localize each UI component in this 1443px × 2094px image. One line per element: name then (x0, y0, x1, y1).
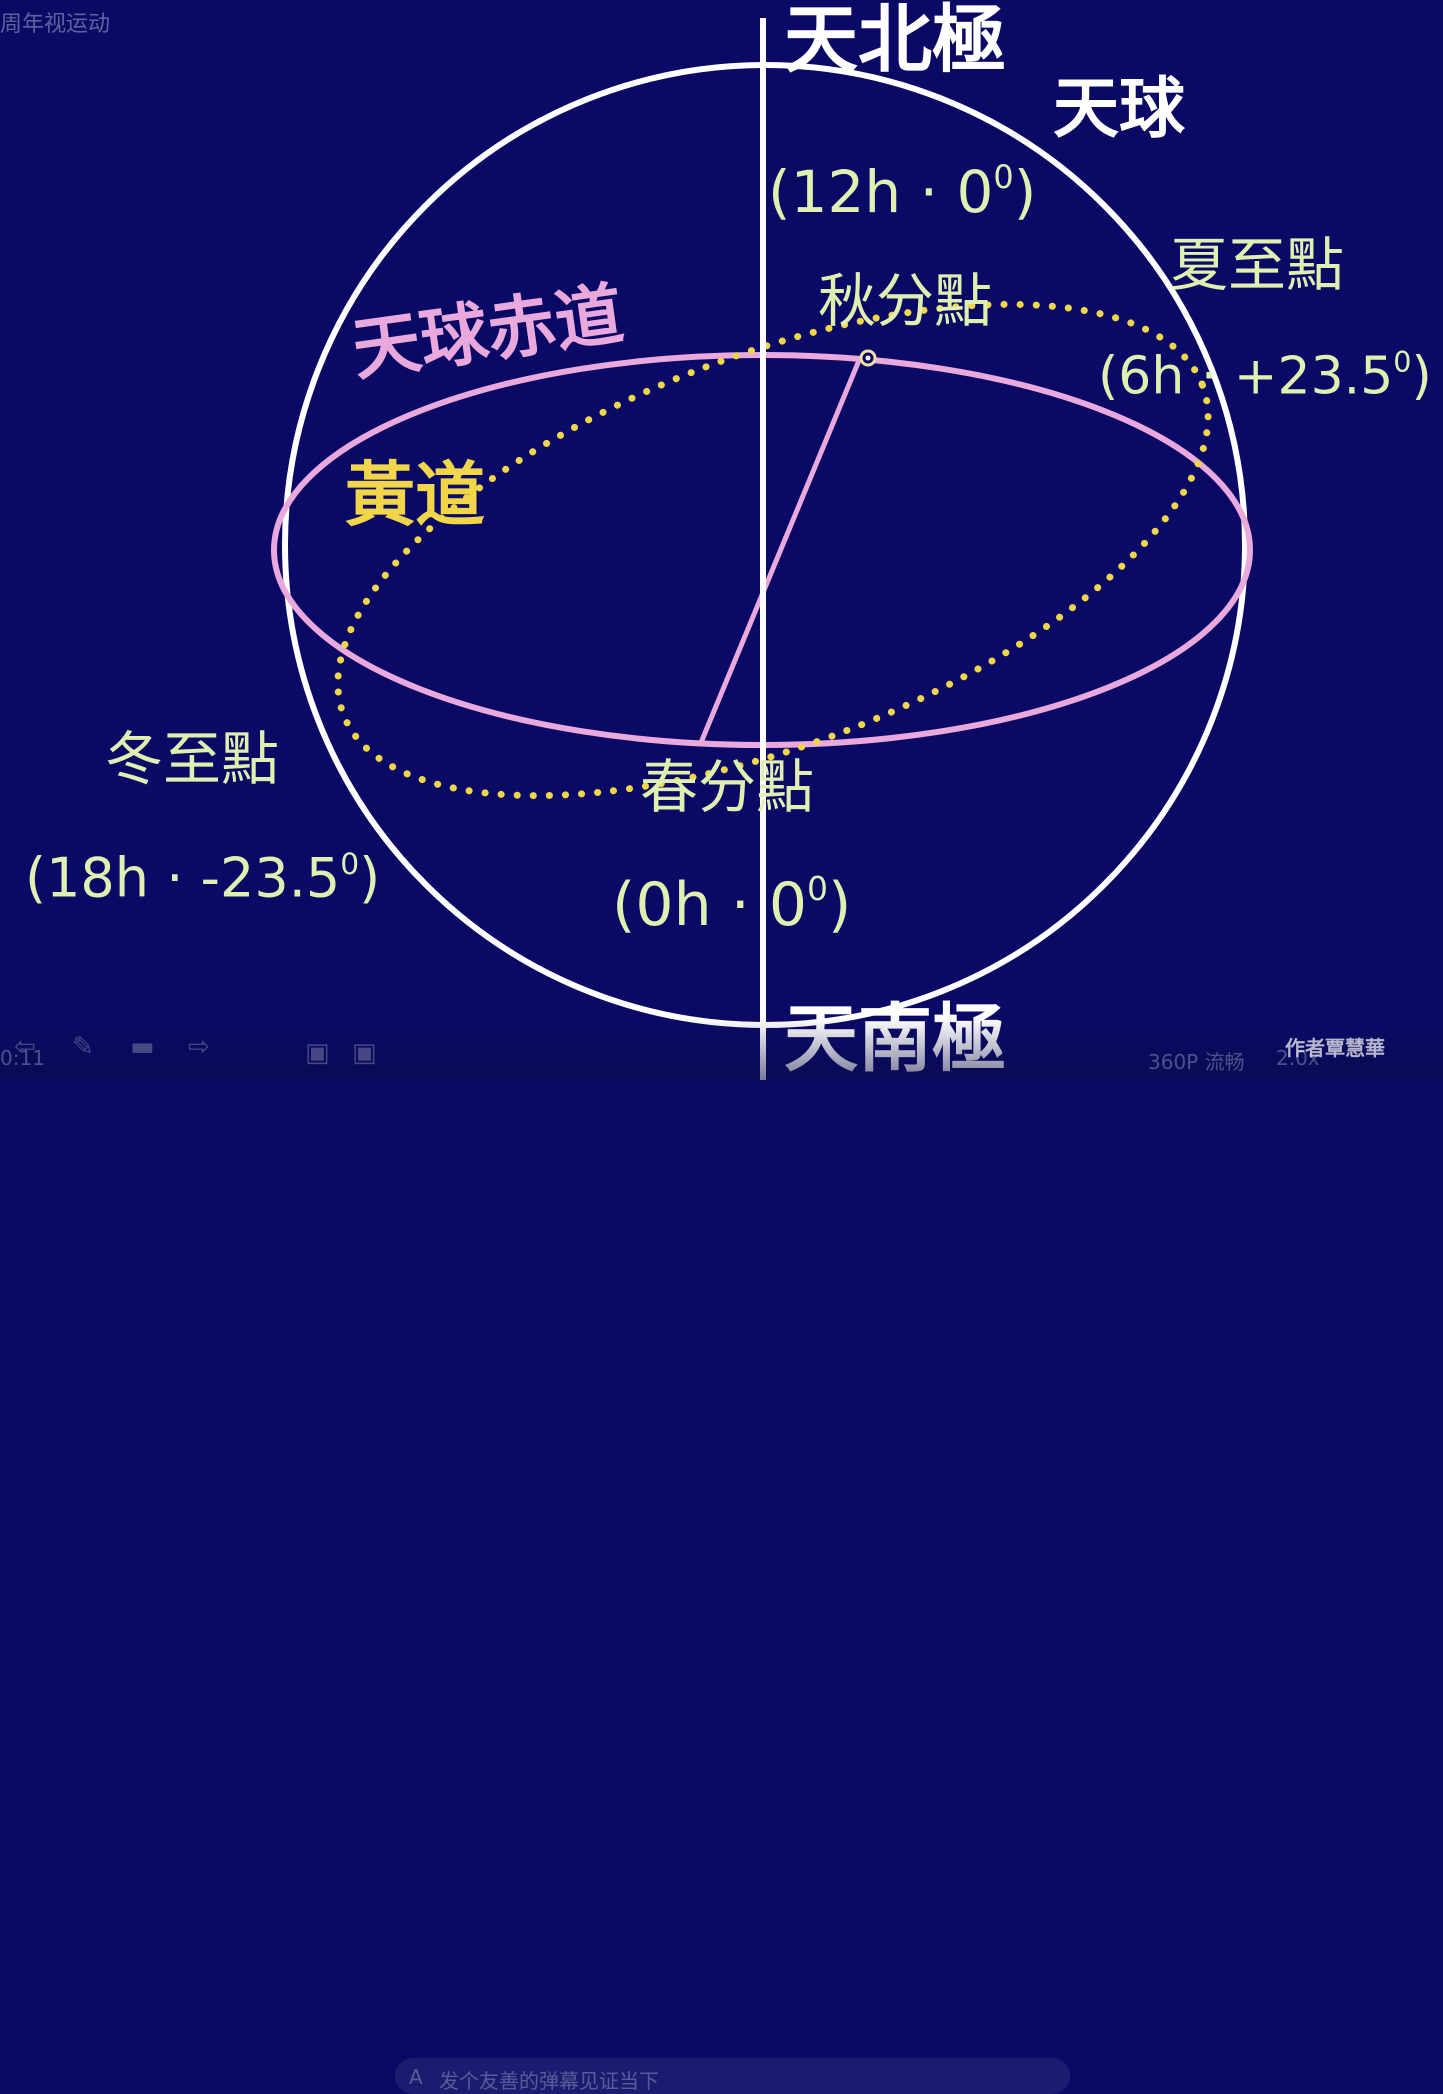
video-control-bar: 0:11 ⇦ ✎ ▬ ⇨ ▣ ▣ A 发个友善的弹幕见证当下 360P 流畅 2… (0, 1018, 1443, 2094)
pencil-icon[interactable]: ✎ (72, 1032, 94, 1062)
note-icon[interactable]: ▬ (130, 1032, 155, 1062)
label-ecliptic: 黃道 (345, 454, 485, 536)
label-spring-equinox: 春分點 (640, 753, 815, 821)
quality-selector[interactable]: 360P 流畅 (1148, 1046, 1245, 1075)
label-autumn-equinox: 秋分點 (818, 267, 993, 335)
label-summer-solstice: 夏至點 (1170, 231, 1345, 299)
forward-arrow-icon[interactable]: ⇨ (188, 1032, 210, 1062)
danmaku-settings-icon[interactable]: ▣ (352, 1038, 377, 1068)
danmaku-input-icon: A (409, 2065, 423, 2089)
label-celestial-sphere: 天球 (1053, 70, 1185, 147)
equinox-line (697, 357, 863, 746)
danmaku-toggle-icon[interactable]: ▣ (305, 1038, 330, 1068)
label-summer-coord: (6h · +23.50) (1098, 345, 1432, 407)
danmaku-placeholder: 发个友善的弹幕见证当下 (439, 2069, 659, 2093)
diagram-stage: 周年视运动 天北極 天球 (12h · 00) 夏至點 秋分點 (6h · +2… (0, 0, 1443, 2094)
author-credit: 作者覃慧華 (1285, 1036, 1385, 1060)
back-arrow-icon[interactable]: ⇦ (14, 1032, 36, 1062)
video-title: 周年视运动 (0, 12, 111, 37)
label-spring-coord: (0h · 00) (612, 869, 852, 940)
label-autumn-coord: (12h · 00) (768, 157, 1037, 226)
danmaku-input[interactable]: A 发个友善的弹幕见证当下 (395, 2058, 1070, 2094)
label-winter-solstice: 冬至點 (105, 725, 280, 793)
label-winter-coord: (18h · -23.50) (25, 846, 381, 910)
label-north-pole: 天北極 (784, 0, 1006, 83)
